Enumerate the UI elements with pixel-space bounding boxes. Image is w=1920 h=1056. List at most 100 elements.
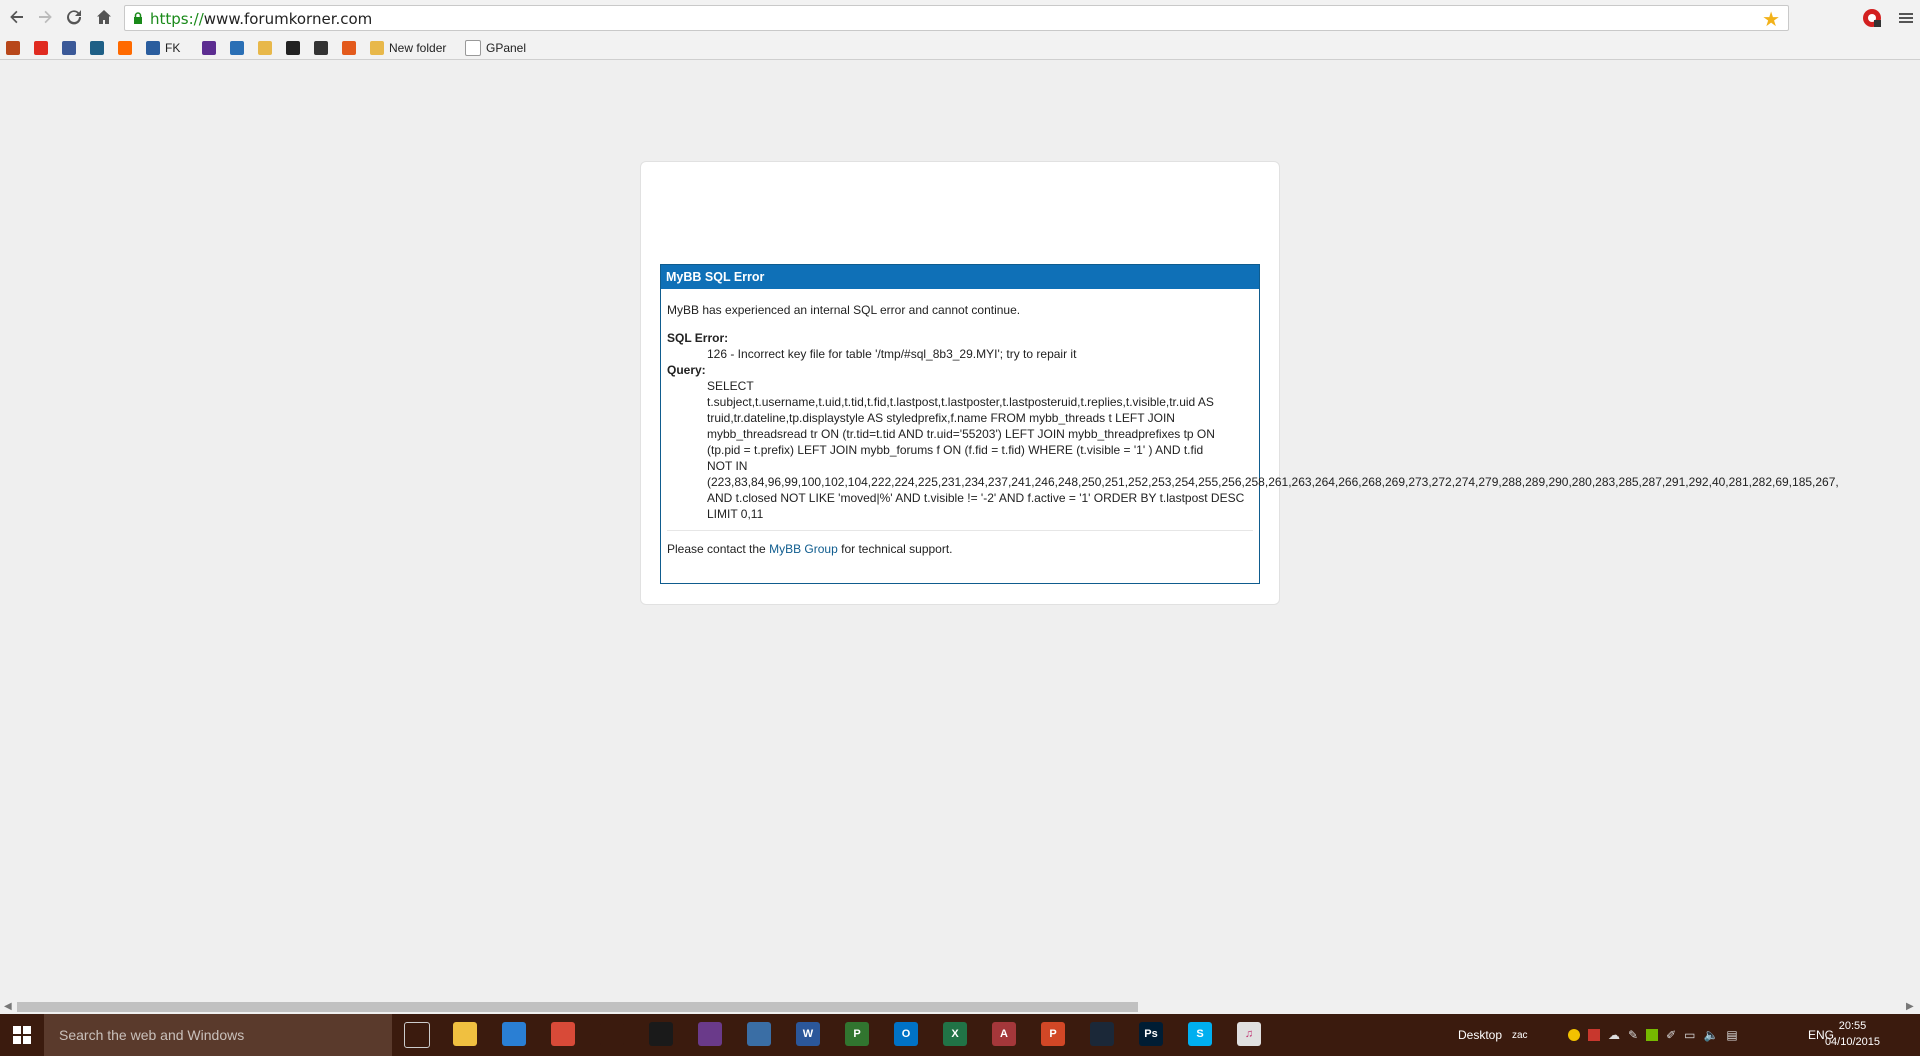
bookmarks-bar: FK New folder GPanel: [0, 36, 1920, 60]
error-body: MyBB has experienced an internal SQL err…: [661, 289, 1839, 557]
back-arrow-icon[interactable]: [6, 6, 28, 28]
skype-icon[interactable]: S: [1188, 1022, 1212, 1046]
fk-icon: [146, 41, 160, 55]
scroll-left-icon[interactable]: ◀: [4, 1001, 12, 1012]
word-icon[interactable]: W: [796, 1022, 820, 1046]
grid-icon: [6, 41, 20, 55]
cloud-icon[interactable]: ☁: [1608, 1028, 1620, 1042]
home-icon[interactable]: [93, 6, 115, 28]
nvidia-icon[interactable]: [1646, 1029, 1659, 1041]
footer-text: Please contact the: [667, 542, 770, 556]
itunes-icon[interactable]: ♫: [1237, 1022, 1261, 1046]
mybb-group-link[interactable]: MyBB Group: [769, 542, 838, 556]
url-host: www.forumkorner.com: [203, 10, 373, 28]
query-line: NOT IN: [707, 459, 748, 473]
pen-icon[interactable]: ✐: [1666, 1028, 1676, 1042]
bookmark-item[interactable]: FK: [146, 40, 180, 56]
bookmark-item[interactable]: New folder: [370, 40, 446, 56]
bookmark-item[interactable]: [258, 40, 277, 56]
winrar-icon[interactable]: [698, 1022, 722, 1046]
bookmark-item[interactable]: GPanel: [465, 40, 526, 56]
clock[interactable]: 20:55 04/10/2015: [1825, 1018, 1880, 1050]
query-label: Query:: [667, 363, 706, 377]
bookmark-item[interactable]: [202, 40, 221, 56]
url-scheme: https://: [150, 10, 204, 28]
query-line: t.subject,t.username,t.uid,t.tid,t.fid,t…: [707, 395, 1214, 409]
error-box: MyBB SQL Error MyBB has experienced an i…: [660, 264, 1839, 584]
e-circle-icon: [286, 41, 300, 55]
taskbar-search[interactable]: Search the web and Windows: [44, 1014, 392, 1056]
sql-error-label: SQL Error:: [667, 331, 729, 345]
terminal-icon[interactable]: [649, 1022, 673, 1046]
bookmark-label: FK: [165, 41, 181, 55]
extension-icon[interactable]: [1862, 8, 1882, 28]
store-icon[interactable]: [600, 1022, 624, 1046]
error-title: MyBB SQL Error: [661, 265, 1259, 289]
bookmark-label: New folder: [389, 41, 447, 55]
file-explorer-icon[interactable]: [453, 1022, 477, 1046]
facebook-icon: [62, 41, 76, 55]
query-text: SELECT t.subject,t.username,t.uid,t.tid,t…: [707, 378, 1839, 522]
outlook-icon[interactable]: O: [894, 1022, 918, 1046]
volume-icon[interactable]: 🔈: [1703, 1028, 1718, 1042]
query-line: (tp.pid = t.prefix) LEFT JOIN mybb_forum…: [707, 443, 1204, 457]
youtube-icon: [34, 41, 48, 55]
photoshop-icon[interactable]: Ps: [1139, 1022, 1163, 1046]
bookmark-label: GPanel: [486, 41, 527, 55]
bookmark-item[interactable]: [118, 40, 137, 56]
bookmark-item[interactable]: [286, 40, 305, 56]
chrome-menu-icon[interactable]: [1895, 7, 1917, 29]
norton-icon[interactable]: [1568, 1029, 1580, 1041]
steam-icon[interactable]: [1090, 1022, 1114, 1046]
project-icon[interactable]: P: [845, 1022, 869, 1046]
footer-text-end: for technical support.: [837, 542, 953, 556]
desktop-toolbar[interactable]: Desktop: [1458, 1014, 1502, 1056]
reload-icon[interactable]: [63, 6, 85, 28]
movie-icon: [314, 41, 328, 55]
chrome-icon[interactable]: [551, 1022, 575, 1046]
network-icon[interactable]: ▭: [1684, 1028, 1695, 1042]
browser-toolbar: https://www.forumkorner.com ★: [0, 0, 1920, 36]
notification-icon[interactable]: ▤: [1726, 1028, 1737, 1042]
horizontal-scrollbar[interactable]: ◀ ▶: [0, 1000, 1920, 1014]
address-bar[interactable]: https://www.forumkorner.com ★: [124, 5, 1789, 31]
clock-date: 04/10/2015: [1824, 1036, 1880, 1048]
error-footer: Please contact the MyBB Group for techni…: [667, 541, 1253, 557]
bookmark-item[interactable]: [62, 40, 81, 56]
a-icon: [230, 41, 244, 55]
page-icon: [465, 40, 481, 56]
query-line: AND t.closed NOT LIKE 'moved|%' AND t.vi…: [707, 491, 1245, 505]
bookmark-item[interactable]: [342, 40, 361, 56]
divider: [667, 530, 1253, 531]
taskbar: Search the web and Windows W P O X A P Ps S ♫ De…: [0, 1014, 1920, 1056]
query-line: LIMIT 0,11: [707, 507, 764, 521]
bookmark-item[interactable]: [6, 40, 25, 56]
bookmark-star-icon[interactable]: ★: [1762, 7, 1780, 32]
g-icon: [342, 41, 356, 55]
sql-error-text: 126 - Incorrect key file for table '/tmp…: [707, 347, 1077, 361]
clock-time: 20:55: [1838, 1020, 1867, 1032]
access-icon[interactable]: A: [992, 1022, 1016, 1046]
scroll-right-icon[interactable]: ▶: [1906, 1001, 1914, 1012]
start-button[interactable]: [0, 1014, 44, 1056]
powerpoint-icon[interactable]: P: [1041, 1022, 1065, 1046]
bookmark-item[interactable]: [90, 40, 109, 56]
notepad-icon[interactable]: [747, 1022, 771, 1046]
store-pinned-icon[interactable]: [502, 1022, 526, 1046]
folder-icon: [258, 41, 272, 55]
folder-icon: [370, 41, 384, 55]
forward-arrow-icon[interactable]: [34, 6, 56, 28]
lock-icon: [134, 12, 142, 24]
bookmark-item[interactable]: [314, 40, 333, 56]
bookmark-item[interactable]: [230, 40, 249, 56]
user-label: zac: [1512, 1029, 1528, 1041]
tools-icon[interactable]: ✎: [1628, 1028, 1638, 1042]
excel-icon[interactable]: X: [943, 1022, 967, 1046]
bookmark-item[interactable]: [34, 40, 53, 56]
tray-icons[interactable]: ☁ ✎ ✐ ▭ 🔈 ▤: [1568, 1014, 1738, 1056]
scrollbar-thumb[interactable]: [17, 1002, 1138, 1012]
task-view-icon[interactable]: [404, 1022, 430, 1048]
camera-icon: [90, 41, 104, 55]
url-text[interactable]: https://www.forumkorner.com: [150, 10, 372, 28]
app-tray-icon[interactable]: [1588, 1029, 1600, 1041]
